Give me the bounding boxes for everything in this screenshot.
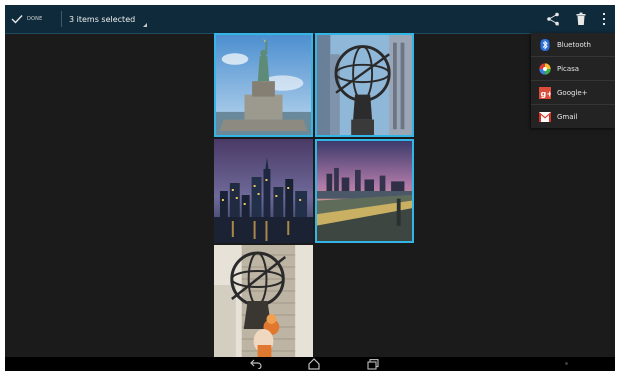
spinner-arrow-icon bbox=[143, 23, 147, 27]
photo-thumbnail-atlas-statue-figurine[interactable] bbox=[214, 245, 313, 365]
picasa-icon bbox=[539, 62, 551, 75]
photo-grid bbox=[214, 33, 418, 365]
selection-spinner[interactable]: 3 items selected bbox=[69, 5, 153, 33]
selection-count-label: 3 items selected bbox=[69, 14, 136, 24]
share-menu-item-google-plus[interactable]: g+ Google+ bbox=[531, 81, 615, 105]
share-menu-item-bluetooth[interactable]: Bluetooth bbox=[531, 33, 615, 57]
share-menu-item-gmail[interactable]: Gmail bbox=[531, 105, 615, 128]
share-menu-label: Bluetooth bbox=[557, 40, 591, 49]
gmail-icon bbox=[539, 111, 551, 123]
status-dot bbox=[565, 362, 568, 365]
share-menu-item-picasa[interactable]: Picasa bbox=[531, 57, 615, 81]
screen: DONE 3 items selected Bluetooth Picasa g… bbox=[5, 5, 615, 371]
done-button[interactable]: DONE bbox=[11, 5, 55, 33]
checkmark-icon bbox=[11, 14, 23, 24]
home-icon[interactable] bbox=[307, 358, 321, 370]
back-icon[interactable] bbox=[249, 358, 263, 370]
navigation-bar bbox=[5, 357, 615, 371]
share-icon[interactable] bbox=[545, 11, 561, 27]
action-bar: DONE 3 items selected bbox=[5, 5, 615, 34]
photo-thumbnail-statue-of-liberty[interactable] bbox=[214, 33, 313, 137]
share-menu-label: Picasa bbox=[557, 64, 580, 73]
done-label: DONE bbox=[27, 16, 43, 22]
svg-text:g+: g+ bbox=[541, 89, 552, 98]
google-plus-icon: g+ bbox=[539, 86, 552, 99]
photo-thumbnail-atlas-statue[interactable] bbox=[315, 33, 414, 137]
bluetooth-icon bbox=[539, 38, 551, 51]
action-bar-divider bbox=[61, 11, 62, 27]
share-menu: Bluetooth Picasa g+ Google+ Gmail bbox=[531, 33, 615, 128]
overflow-menu-icon[interactable] bbox=[599, 11, 609, 27]
photo-thumbnail-city-skyline-night[interactable] bbox=[214, 139, 313, 243]
share-menu-label: Gmail bbox=[557, 112, 578, 121]
recent-apps-icon[interactable] bbox=[366, 358, 380, 370]
trash-icon[interactable] bbox=[573, 11, 589, 27]
photo-thumbnail-city-skyline-dusk[interactable] bbox=[315, 139, 414, 243]
share-menu-label: Google+ bbox=[557, 88, 588, 97]
